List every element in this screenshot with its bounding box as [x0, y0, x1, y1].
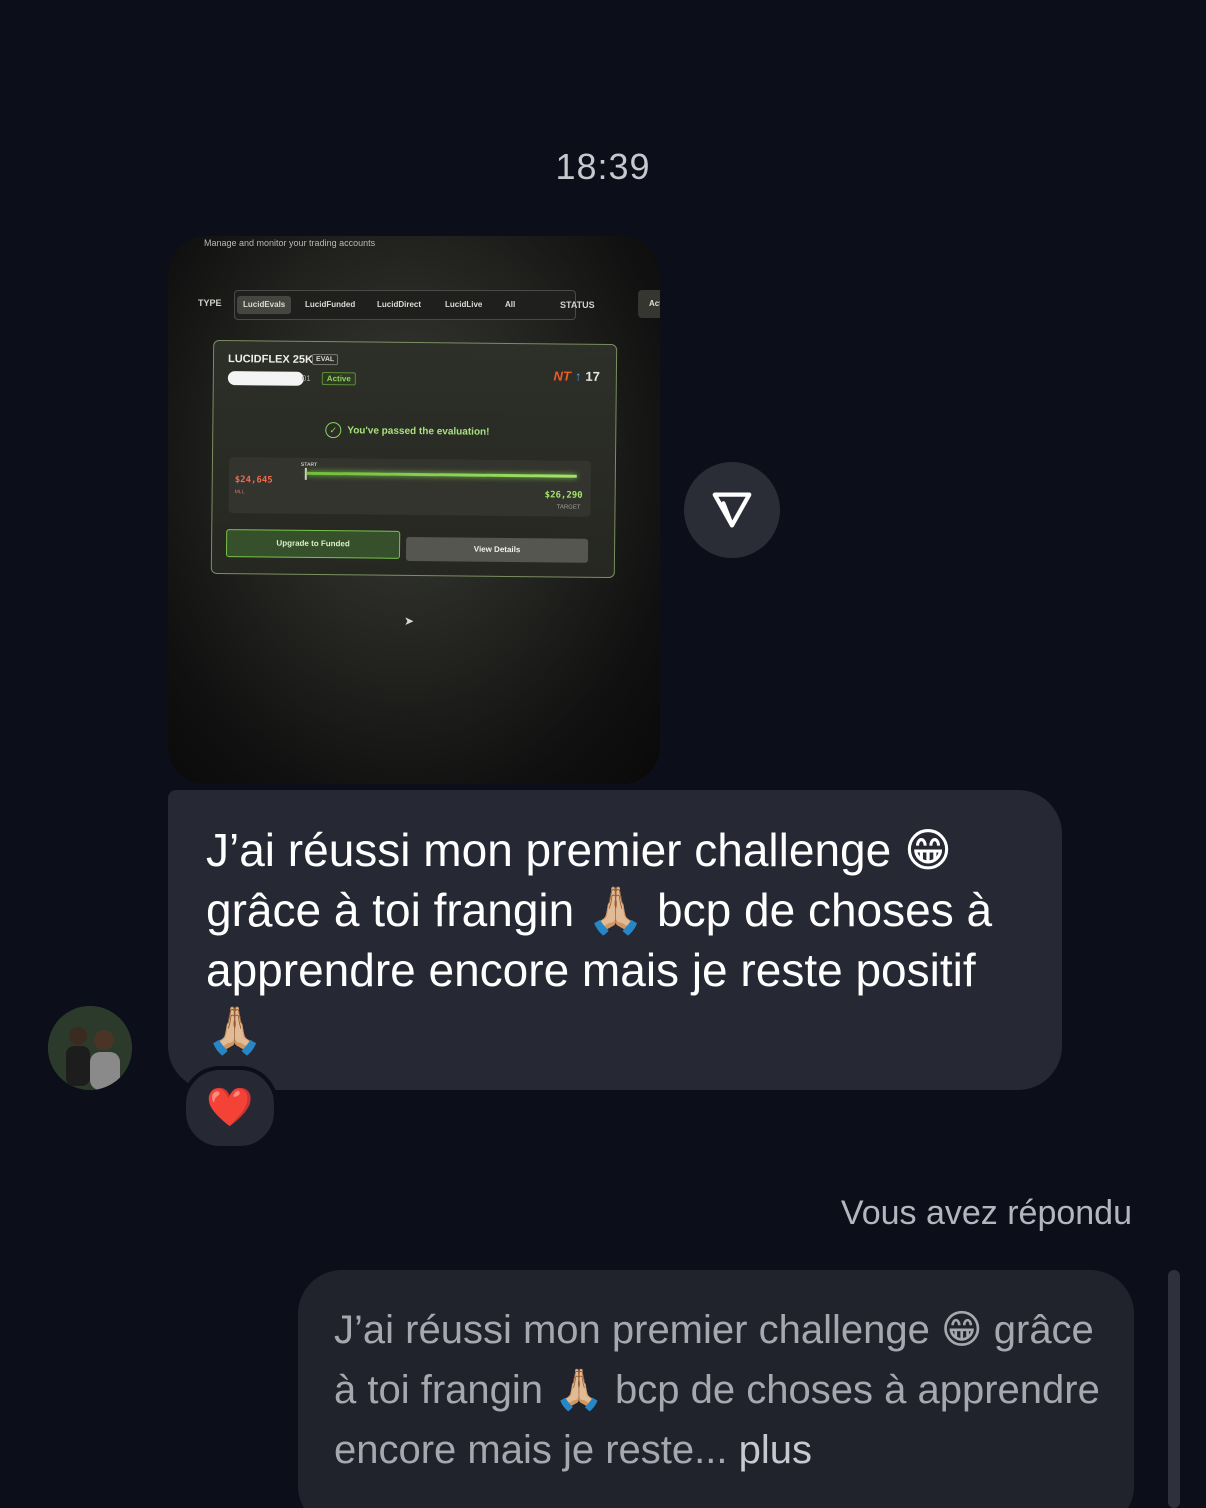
target-label: TARGET — [556, 504, 581, 511]
photo-caption: Manage and monitor your trading accounts — [204, 238, 376, 248]
redacted-account-id — [227, 371, 304, 386]
filter-tab-lucidevals: LucidEvals — [237, 296, 292, 314]
message-text: J’ai réussi mon premier challenge 😁 grâc… — [206, 824, 993, 1056]
filter-tab-luciddirect: LucidDirect — [377, 300, 422, 309]
upgrade-to-funded-button: Upgrade to Funded — [225, 529, 401, 559]
quoted-message-text: J’ai réussi mon premier challenge 😁 grâc… — [334, 1308, 1100, 1472]
heart-reaction[interactable]: ❤️ — [182, 1066, 278, 1150]
mouse-cursor-icon: ➤ — [404, 614, 415, 628]
you-replied-label: Vous avez répondu — [840, 1194, 1132, 1232]
passed-message: You've passed the evaluation! — [347, 424, 490, 438]
account-status-badge: Active — [321, 372, 356, 386]
photo-content: Manage and monitor your trading accounts… — [168, 236, 660, 784]
mll-value: $24,645 — [234, 475, 273, 486]
see-more-link[interactable]: plus — [728, 1428, 812, 1472]
mll-label: MLL — [234, 489, 245, 496]
check-circle-icon: ✓ — [325, 422, 342, 439]
evaluation-progress: START $24,645 MLL $26,290 TARGET — [228, 457, 591, 517]
sender-avatar[interactable] — [48, 1006, 132, 1090]
status-filter-label: STATUS — [560, 300, 595, 310]
account-card: LUCIDFLEX 25K EVAL 01 Active NT ↑ 17 ✓ Y… — [210, 339, 618, 579]
message-timestamp: 18:39 — [555, 146, 651, 187]
photo-attachment[interactable]: Manage and monitor your trading accounts… — [168, 236, 660, 784]
type-filter-group: LucidEvals LucidFunded LucidDirect Lucid… — [234, 290, 576, 320]
view-details-button: View Details — [405, 536, 589, 563]
eval-badge: EVAL — [311, 353, 339, 366]
filter-tab-lucidfunded: LucidFunded — [305, 300, 356, 309]
quoted-message-bubble[interactable]: J’ai réussi mon premier challenge 😁 grâc… — [298, 1270, 1134, 1508]
target-value: $26,290 — [544, 490, 583, 501]
platform-logos: NT ↑ 17 — [553, 368, 599, 383]
arrow-logo-icon: ↑ — [574, 368, 582, 384]
passed-evaluation-notice: ✓ You've passed the evaluation! — [325, 422, 490, 440]
received-message-bubble[interactable]: J’ai réussi mon premier challenge 😁 grâc… — [168, 790, 1062, 1090]
send-arrow-icon — [712, 492, 752, 528]
reply-indicator-bar — [1168, 1270, 1180, 1508]
account-id-suffix: 01 — [301, 373, 311, 383]
start-label: START — [300, 461, 318, 468]
heart-icon: ❤️ — [206, 1087, 254, 1129]
avatar-photo — [48, 1006, 132, 1090]
account-title: LUCIDFLEX 25K — [227, 353, 314, 366]
filter-tab-lucidlive: LucidLive — [445, 300, 483, 309]
ninjatrader-logo: NT — [553, 368, 571, 384]
dm-conversation: 18:39 Manage and monitor your trading ac… — [0, 0, 1206, 1508]
share-button[interactable] — [684, 462, 780, 558]
tradingview-logo: 17 — [585, 368, 600, 384]
status-filter-value: Active — [638, 290, 660, 318]
photo-filter-bar: TYPE LucidEvals LucidFunded LucidDirect … — [198, 288, 660, 322]
quoted-message: J’ai réussi mon premier challenge 😁 grâc… — [334, 1300, 1114, 1480]
type-filter-label: TYPE — [198, 298, 222, 308]
filter-tab-all: All — [505, 300, 516, 309]
progress-bar — [306, 471, 577, 478]
